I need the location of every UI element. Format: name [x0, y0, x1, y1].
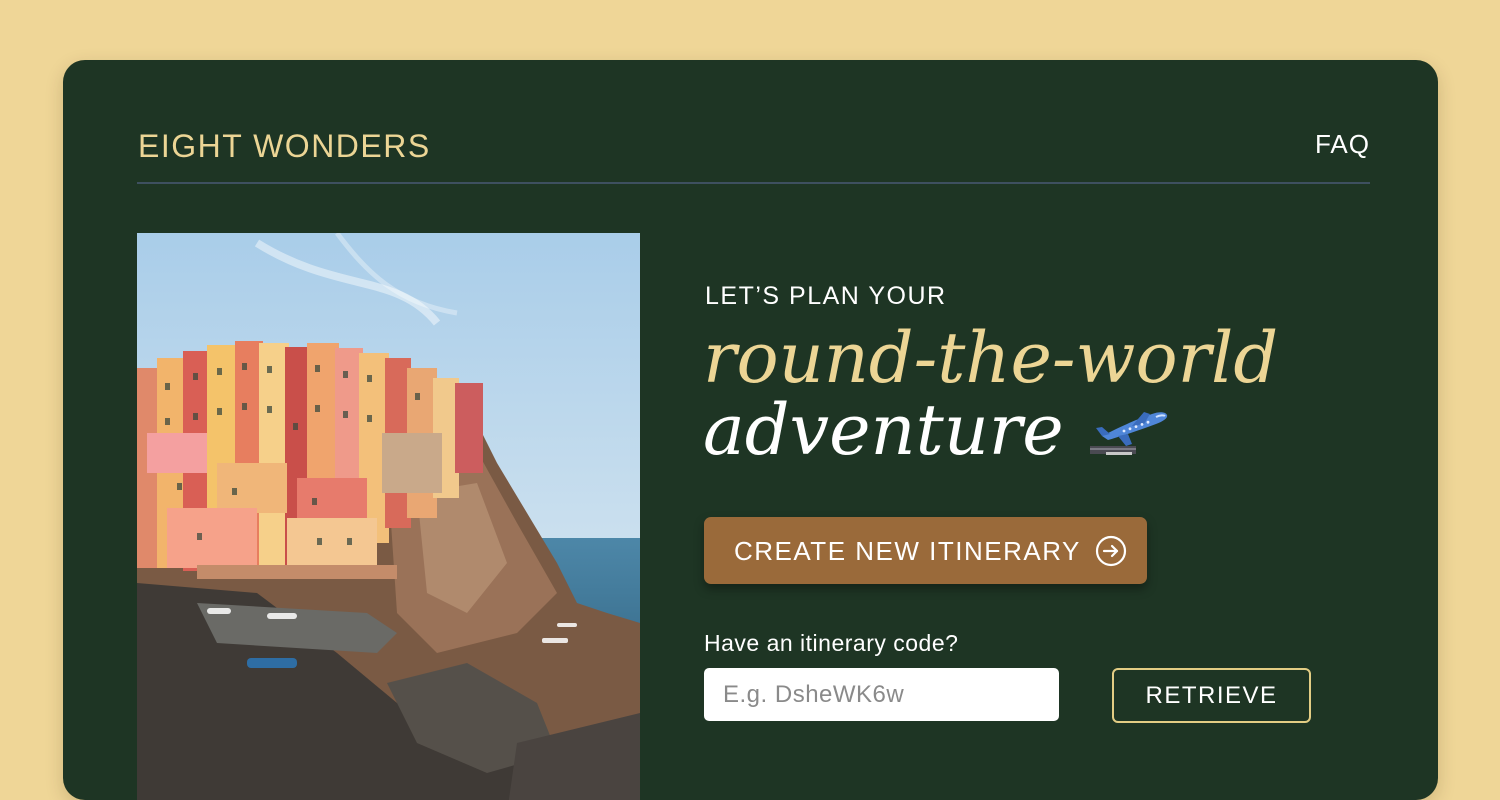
- airplane-departure-icon: [1086, 402, 1170, 458]
- create-itinerary-label: CREATE NEW ITINERARY: [734, 535, 1081, 566]
- itinerary-code-label: Have an itinerary code?: [704, 630, 959, 656]
- headline-line-2: adventure: [703, 394, 1278, 466]
- brand-logo[interactable]: EIGHT WONDERS: [138, 126, 431, 166]
- create-itinerary-button[interactable]: CREATE NEW ITINERARY: [704, 517, 1147, 584]
- arrow-right-circle-icon: [1095, 535, 1126, 566]
- main-card: EIGHT WONDERS FAQ LET’S PLAN YOUR round-…: [63, 60, 1438, 800]
- headline-line-1: round-the-world: [703, 317, 1279, 399]
- faq-link[interactable]: FAQ: [1315, 126, 1370, 162]
- headline-line-2-text: adventure: [703, 389, 1064, 471]
- hero-headline: round-the-world adventure: [703, 322, 1278, 466]
- itinerary-code-input[interactable]: [704, 668, 1059, 721]
- retrieve-button[interactable]: RETRIEVE: [1112, 668, 1311, 723]
- hero-eyebrow: LET’S PLAN YOUR: [705, 282, 947, 310]
- header-divider: [137, 182, 1370, 184]
- hero-photo: [137, 233, 640, 800]
